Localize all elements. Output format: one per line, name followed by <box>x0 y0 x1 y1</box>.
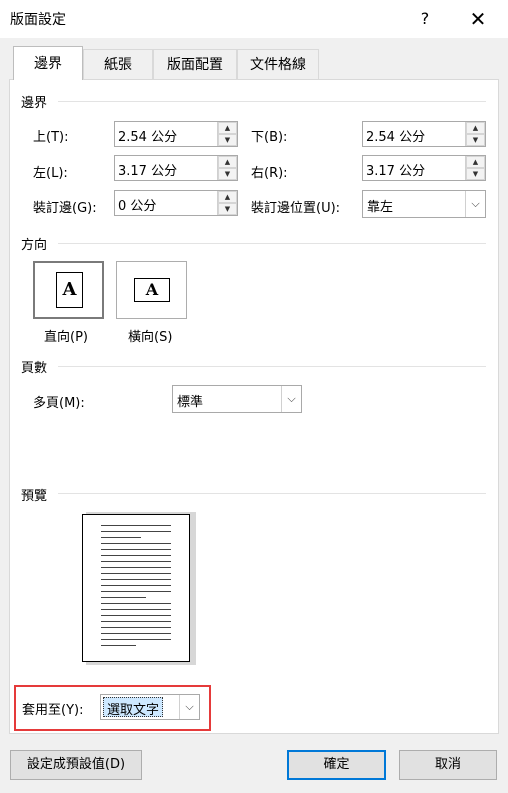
tab-paper[interactable]: 紙張 <box>83 49 153 79</box>
cancel-button[interactable]: 取消 <box>399 750 497 780</box>
multiple-pages-label: 多頁(M): <box>33 396 85 411</box>
tab-document-grid[interactable]: 文件格線 <box>237 49 319 79</box>
portrait-option[interactable]: A <box>33 261 104 319</box>
spin-up-arrow-icon[interactable]: ▲ <box>466 122 485 134</box>
preview-divider <box>58 493 486 494</box>
tab-layout[interactable]: 版面配置 <box>153 49 237 79</box>
bottom-margin-label: 下(B): <box>251 130 288 145</box>
orientation-section-label: 方向 <box>21 238 48 253</box>
gutter-label: 裝訂邊(G): <box>33 201 97 216</box>
margins-divider <box>58 101 486 102</box>
spin-up-arrow-icon[interactable]: ▲ <box>218 191 237 203</box>
bottom-margin-value: 2.54 公分 <box>366 130 426 145</box>
spin-down-arrow-icon[interactable]: ▼ <box>218 134 237 146</box>
top-margin-label: 上(T): <box>33 130 69 145</box>
margins-section-label: 邊界 <box>21 96 48 111</box>
preview-section-label: 預覽 <box>21 489 48 504</box>
gutter-value: 0 公分 <box>118 199 157 214</box>
orientation-divider <box>58 243 486 244</box>
gutter-position-label: 裝訂邊位置(U): <box>251 201 341 216</box>
left-margin-spinner[interactable]: 3.17 公分 ▲ ▼ <box>114 155 238 181</box>
gutter-position-value: 靠左 <box>367 200 394 215</box>
spin-up-arrow-icon[interactable]: ▲ <box>466 156 485 168</box>
apply-to-value: 選取文字 <box>103 697 164 718</box>
spin-down-arrow-icon[interactable]: ▼ <box>218 203 237 215</box>
right-margin-value: 3.17 公分 <box>366 164 426 179</box>
close-button[interactable]: ✕ <box>458 4 498 34</box>
set-default-button[interactable]: 設定成預設值(D) <box>10 750 142 780</box>
landscape-label[interactable]: 橫向(S) <box>128 326 172 345</box>
top-margin-spinner[interactable]: 2.54 公分 ▲ ▼ <box>114 121 238 147</box>
left-margin-value: 3.17 公分 <box>118 164 178 179</box>
right-margin-label: 右(R): <box>251 166 288 181</box>
right-margin-spinner[interactable]: 3.17 公分 ▲ ▼ <box>362 155 486 181</box>
left-margin-label: 左(L): <box>33 166 68 181</box>
portrait-label[interactable]: 直向(P) <box>44 326 88 345</box>
chevron-down-icon[interactable]: ⌵ <box>179 695 199 719</box>
spin-up-arrow-icon[interactable]: ▲ <box>218 156 237 168</box>
apply-to-select[interactable]: 選取文字 ⌵ <box>100 694 200 720</box>
landscape-option[interactable]: A <box>116 261 187 319</box>
apply-to-label: 套用至(Y): <box>22 703 84 718</box>
help-button[interactable]: ? <box>410 4 440 34</box>
bottom-margin-spinner[interactable]: 2.54 公分 ▲ ▼ <box>362 121 486 147</box>
portrait-page-icon: A <box>56 272 83 308</box>
spin-up-arrow-icon[interactable]: ▲ <box>218 122 237 134</box>
gutter-spinner[interactable]: 0 公分 ▲ ▼ <box>114 190 238 216</box>
pages-divider <box>58 366 486 367</box>
preview-page <box>82 514 190 662</box>
tab-margins[interactable]: 邊界 <box>13 46 83 80</box>
chevron-down-icon[interactable]: ⌵ <box>465 191 485 217</box>
chevron-down-icon[interactable]: ⌵ <box>281 386 301 412</box>
multiple-pages-select[interactable]: 標準 ⌵ <box>172 385 302 413</box>
window-title: 版面設定 <box>10 12 66 28</box>
landscape-page-icon: A <box>134 278 170 302</box>
spin-down-arrow-icon[interactable]: ▼ <box>466 134 485 146</box>
spin-down-arrow-icon[interactable]: ▼ <box>466 168 485 180</box>
multiple-pages-value: 標準 <box>177 395 204 410</box>
spin-down-arrow-icon[interactable]: ▼ <box>218 168 237 180</box>
pages-section-label: 頁數 <box>21 361 48 376</box>
ok-button[interactable]: 確定 <box>287 750 386 780</box>
gutter-position-select[interactable]: 靠左 ⌵ <box>362 190 486 218</box>
top-margin-value: 2.54 公分 <box>118 130 178 145</box>
